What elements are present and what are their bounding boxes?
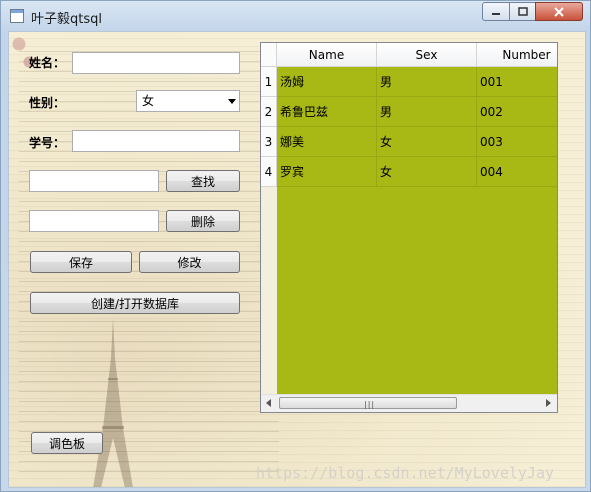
delete-button[interactable]: 删除: [166, 210, 240, 232]
id-input[interactable]: [72, 130, 240, 152]
table-cell[interactable]: 女: [377, 157, 477, 187]
column-header-name[interactable]: Name: [277, 43, 377, 67]
table-cell[interactable]: 002: [477, 97, 557, 127]
app-icon: [10, 9, 24, 23]
gender-select[interactable]: 女: [136, 90, 240, 112]
table-cell[interactable]: 汤姆: [277, 67, 377, 97]
row-header[interactable]: 3: [261, 127, 277, 157]
id-label: 学号：: [29, 136, 66, 150]
row-header[interactable]: 2: [261, 97, 277, 127]
table-cell[interactable]: 001: [477, 67, 557, 97]
scrollbar-thumb[interactable]: |||: [279, 397, 457, 409]
grip-icon: |||: [364, 400, 376, 409]
table-cell[interactable]: 女: [377, 127, 477, 157]
palette-button[interactable]: 调色板: [31, 432, 103, 454]
window-title: 叶子毅qtsql: [31, 12, 102, 27]
table-cell[interactable]: 男: [377, 67, 477, 97]
table-cell[interactable]: 娜美: [277, 127, 377, 157]
row-header[interactable]: 1: [261, 67, 277, 97]
student-table[interactable]: Name Sex Number 汤姆 男 001 希鲁巴兹 男 002 娜美 女…: [260, 42, 558, 413]
table-cell[interactable]: 男: [377, 97, 477, 127]
watermark-text: https://blog.csdn.net/MyLovelyJay: [256, 464, 555, 482]
save-button[interactable]: 保存: [30, 251, 132, 273]
delete-input[interactable]: [29, 210, 159, 232]
gender-select-value: 女: [142, 94, 155, 108]
minimize-button[interactable]: [482, 2, 510, 21]
scroll-left-icon[interactable]: [266, 399, 271, 407]
horizontal-scrollbar[interactable]: |||: [261, 394, 557, 412]
minimize-icon: [492, 12, 500, 15]
maximize-button[interactable]: [509, 2, 536, 21]
table-body: 汤姆 男 001 希鲁巴兹 男 002 娜美 女 003 罗宾 女 004: [277, 67, 557, 398]
title-bar[interactable]: 叶子毅qtsql: [1, 1, 590, 31]
close-icon: [554, 6, 564, 17]
column-header-number[interactable]: Number: [477, 43, 557, 67]
row-header[interactable]: 4: [261, 157, 277, 187]
table-cell[interactable]: 003: [477, 127, 557, 157]
scroll-right-icon[interactable]: [546, 399, 551, 407]
close-button[interactable]: [535, 2, 583, 21]
maximize-icon: [517, 7, 528, 16]
gender-label: 性别：: [29, 96, 66, 110]
create-open-database-button[interactable]: 创建/打开数据库: [30, 292, 240, 314]
edit-button[interactable]: 修改: [139, 251, 240, 273]
table-cell[interactable]: 004: [477, 157, 557, 187]
search-input[interactable]: [29, 170, 159, 192]
table-cell[interactable]: 罗宾: [277, 157, 377, 187]
search-button[interactable]: 查找: [166, 170, 240, 192]
name-input[interactable]: [72, 52, 240, 74]
name-label: 姓名：: [29, 56, 66, 70]
column-header-sex[interactable]: Sex: [377, 43, 477, 67]
client-area: 姓名： 性别： 女 学号： 查找 删除 保存 修改 创建/打开数据库 调色板 N…: [8, 31, 586, 488]
table-corner[interactable]: [261, 43, 277, 67]
eiffel-tower-background: [93, 318, 133, 487]
main-window: 叶子毅qtsql 姓名： 性别： 女 学号： 查找 删除 保存 修改 创建/打开…: [0, 0, 591, 492]
chevron-down-icon: [228, 99, 236, 104]
table-cell[interactable]: 希鲁巴兹: [277, 97, 377, 127]
